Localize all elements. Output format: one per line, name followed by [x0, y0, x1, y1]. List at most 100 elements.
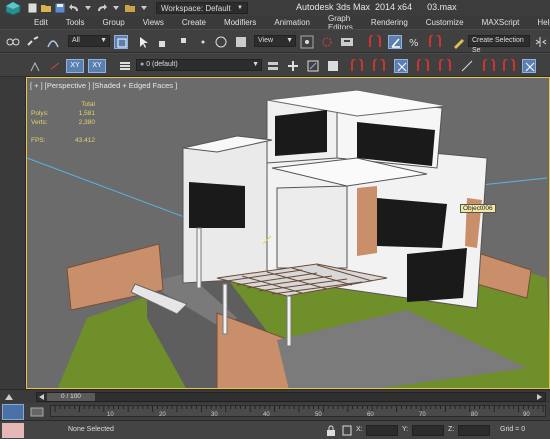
stats-header: Total [81, 101, 95, 108]
axis-xy-button[interactable]: XY [66, 59, 84, 73]
snap-pivot-icon[interactable] [416, 59, 430, 73]
perspective-viewport[interactable]: [ + ] [Perspective ] [Shaded + Edged Fac… [26, 77, 550, 389]
tick-label: 50 [315, 412, 322, 418]
axis-x-icon[interactable] [48, 59, 62, 73]
z-coord-field[interactable] [458, 425, 490, 436]
menu-customize[interactable]: Customize [426, 18, 464, 27]
track-bar: 10 20 30 40 50 60 70 80 90 [0, 403, 550, 420]
chevron-right-icon[interactable] [537, 394, 543, 400]
edit-named-selection-icon[interactable] [452, 35, 466, 49]
menu-edit[interactable]: Edit [34, 18, 48, 27]
redo-icon[interactable] [96, 2, 108, 14]
3dsmax-logo-icon [5, 1, 21, 15]
menu-modifiers[interactable]: Modifiers [224, 18, 256, 27]
chevron-down-icon: ▼ [252, 61, 259, 68]
select-move-icon[interactable] [196, 35, 210, 49]
svg-text:%: % [409, 38, 419, 49]
key-filter-icon[interactable] [30, 406, 44, 418]
menu-maxscript[interactable]: MAXScript [482, 18, 520, 27]
select-scale-icon[interactable] [234, 35, 248, 49]
spinner-snap-icon[interactable] [428, 35, 442, 49]
layer-stack-icon[interactable] [266, 59, 280, 73]
frame-ruler[interactable]: 10 20 30 40 50 60 70 80 90 [50, 405, 546, 418]
menu-views[interactable]: Views [143, 18, 164, 27]
tick-label: 10 [107, 412, 114, 418]
select-in-layer-icon[interactable] [306, 59, 320, 73]
layer-manager-icon[interactable] [118, 59, 132, 73]
polys-value: 1,581 [78, 110, 95, 117]
mini-curve-editor-button[interactable] [2, 404, 24, 420]
menu-group[interactable]: Group [102, 18, 124, 27]
snap-2d-icon[interactable] [350, 59, 364, 73]
menu-help[interactable]: Help [537, 18, 550, 27]
snap-midpoint-icon[interactable] [522, 59, 536, 73]
workspace-dropdown[interactable]: Workspace: Default ▼ [156, 2, 248, 14]
time-slider-bar: 0 / 100 [0, 389, 550, 403]
viewport-label[interactable]: [ + ] [Perspective ] [Shaded + Edged Fac… [30, 81, 177, 90]
axis-xy-constraint-button[interactable]: XY [88, 59, 106, 73]
maxscript-listener-mini[interactable] [2, 423, 24, 438]
menu-rendering[interactable]: Rendering [371, 18, 408, 27]
keyboard-shortcut-override-icon[interactable] [340, 35, 354, 49]
selection-filter-dropdown[interactable]: All ▼ [68, 35, 110, 47]
pivot-center-icon[interactable] [300, 35, 314, 49]
scene-statistics: Total Polys: 1,581 Verts: 2,380 FPS: 43.412 [31, 100, 95, 145]
set-current-layer-icon[interactable] [326, 59, 340, 73]
tick-label: 40 [263, 412, 270, 418]
tick-label: 20 [159, 412, 166, 418]
constraint-icon[interactable] [28, 59, 42, 73]
x-coord-field[interactable] [366, 425, 398, 436]
tick-label: 60 [367, 412, 374, 418]
snap-edge-icon[interactable] [460, 59, 474, 73]
absolute-mode-icon[interactable] [342, 425, 352, 436]
object-tooltip: Object006 [460, 204, 496, 213]
select-rotate-icon[interactable] [214, 35, 228, 49]
chevron-left-icon[interactable] [39, 394, 45, 400]
menu-bar: Edit Tools Group Views Create Modifiers … [0, 14, 550, 32]
select-manipulate-icon[interactable] [320, 35, 334, 49]
chevron-up-icon[interactable] [4, 393, 14, 401]
save-file-icon[interactable] [54, 2, 66, 14]
window-crossing-icon[interactable] [176, 35, 190, 49]
percent-snap-icon[interactable]: % [408, 35, 422, 49]
project-folder-icon[interactable] [124, 2, 136, 14]
add-layer-icon[interactable] [286, 59, 300, 73]
chevron-down-icon[interactable] [82, 2, 94, 14]
undo-icon[interactable] [68, 2, 80, 14]
new-file-icon[interactable] [26, 2, 38, 14]
named-selection-set-value: Create Selection Se [472, 37, 524, 54]
time-slider-thumb[interactable]: 0 / 100 [47, 393, 95, 401]
time-slider[interactable]: 0 / 100 [36, 392, 546, 402]
reference-coordinate-dropdown[interactable]: View ▼ [254, 35, 296, 47]
main-toolbar: All ▼ View ▼ % Create Selection Se [0, 29, 550, 54]
open-file-icon[interactable] [40, 2, 52, 14]
menu-create[interactable]: Create [182, 18, 206, 27]
snaps-toggle-icon[interactable] [368, 35, 382, 49]
snap-options-icon[interactable] [502, 59, 516, 73]
app-menu-button[interactable] [0, 0, 26, 16]
chevron-down-icon: ▼ [237, 5, 243, 11]
lock-icon[interactable] [326, 425, 336, 436]
layer-dropdown[interactable]: ● 0 (default) ▼ [136, 59, 262, 71]
unlink-icon[interactable] [26, 35, 40, 49]
select-and-link-icon[interactable] [6, 35, 20, 49]
snap-face-icon[interactable] [482, 59, 496, 73]
chevron-down-icon: ▼ [286, 37, 293, 44]
rectangular-selection-icon[interactable] [156, 35, 170, 49]
angle-snap-icon[interactable] [388, 35, 402, 49]
mirror-icon[interactable] [534, 35, 548, 49]
snap-vertex-icon[interactable] [438, 59, 452, 73]
menu-animation[interactable]: Animation [274, 18, 310, 27]
snap-25d-icon[interactable] [372, 59, 386, 73]
chevron-down-icon[interactable] [138, 2, 150, 14]
snap-3d-icon[interactable] [394, 59, 408, 73]
bind-space-warp-icon[interactable] [46, 35, 60, 49]
named-selection-set-dropdown[interactable]: Create Selection Se [468, 35, 530, 54]
select-object-icon[interactable] [114, 35, 128, 49]
menu-tools[interactable]: Tools [66, 18, 85, 27]
select-by-name-icon[interactable] [136, 35, 150, 49]
y-coord-field[interactable] [412, 425, 444, 436]
tick-label: 90 [523, 412, 530, 418]
chevron-down-icon[interactable] [110, 2, 122, 14]
layer-dropdown-value: 0 (default) [146, 61, 178, 68]
